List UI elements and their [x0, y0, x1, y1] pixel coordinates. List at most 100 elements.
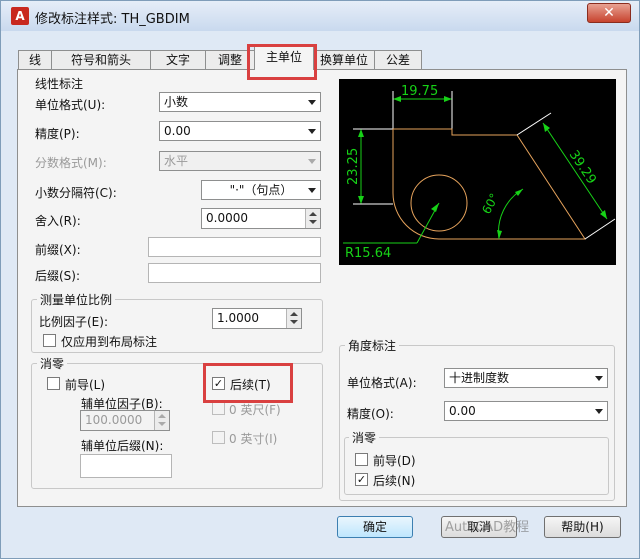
arrow-down-icon — [158, 422, 166, 426]
precision-select[interactable]: 0.00 — [159, 121, 321, 141]
arrow-up-icon — [309, 212, 317, 216]
sub-unit-factor-value: 100.0000 — [85, 413, 143, 427]
sub-unit-suffix-label: 辅单位后缀(N): — [81, 439, 164, 453]
autocad-logo-icon: A — [11, 7, 29, 25]
scale-group-title: 测量单位比例 — [37, 291, 116, 308]
linear-group-title: 线性标注 — [35, 77, 84, 91]
close-button[interactable]: ✕ — [587, 3, 631, 23]
fraction-format-select[interactable]: 水平 — [159, 151, 321, 171]
chevron-down-icon — [595, 376, 603, 381]
angular-precision-select[interactable]: 0.00 — [444, 401, 608, 421]
angular-leading-label: 前导(D) — [373, 454, 416, 468]
preview-drawing: 19.75 23.25 39.29 60° R15.64 — [343, 84, 616, 261]
chevron-down-icon — [308, 188, 316, 193]
spinner-buttons[interactable] — [286, 309, 301, 328]
window-title: 修改标注样式: TH_GBDIM — [35, 12, 190, 27]
angular-unit-format-select[interactable]: 十进制度数 — [444, 368, 608, 388]
zero-feet-label: 0 英尺(F) — [229, 403, 281, 417]
angular-zero-title: 消零 — [349, 429, 380, 446]
chevron-down-icon — [308, 159, 316, 164]
title-bar: A 修改标注样式: TH_GBDIM ✕ — [1, 1, 639, 31]
dim-arc-angle — [498, 188, 524, 240]
scale-factor-spinner[interactable]: 1.0000 — [212, 308, 302, 329]
unit-format-value: 小数 — [164, 95, 189, 109]
angular-trailing-checkbox[interactable]: ✓ — [355, 473, 368, 486]
decimal-separator-label: 小数分隔符(C): — [35, 186, 117, 200]
suffix-label: 后缀(S): — [35, 269, 81, 283]
zero-inches-label: 0 英寸(I) — [229, 432, 278, 446]
chevron-down-icon — [308, 129, 316, 134]
precision-label: 精度(P): — [35, 127, 80, 141]
dim-line-aligned — [542, 122, 608, 220]
prefix-input[interactable] — [148, 237, 321, 257]
angular-unit-format-value: 十进制度数 — [449, 371, 510, 385]
help-button[interactable]: 帮助(H) — [544, 516, 621, 538]
ext-line — [584, 218, 616, 240]
tab-tolerances[interactable]: 公差 — [374, 50, 422, 70]
unit-format-select[interactable]: 小数 — [159, 92, 321, 112]
angular-precision-label: 精度(O): — [347, 407, 394, 421]
unit-format-label: 单位格式(U): — [35, 98, 106, 112]
dim-text-radius: R15.64 — [345, 246, 391, 261]
watermark-text: AutoCAD教程 — [445, 520, 530, 535]
tab-alternate-units[interactable]: 换算单位 — [313, 50, 375, 70]
zero-inches-checkbox[interactable] — [212, 431, 225, 444]
zero-feet-checkbox[interactable] — [212, 402, 225, 415]
round-off-value: 0.0000 — [206, 211, 248, 225]
arrowhead — [358, 196, 364, 204]
suffix-input[interactable] — [148, 263, 321, 283]
spinner-buttons[interactable] — [154, 411, 169, 430]
scale-factor-label: 比例因子(E): — [39, 315, 108, 329]
layout-only-checkbox[interactable] — [43, 334, 56, 347]
tab-symbols-arrows[interactable]: 符号和箭头 — [51, 50, 151, 70]
dim-text-angle: 60° — [479, 191, 501, 216]
tab-text[interactable]: 文字 — [150, 50, 206, 70]
angular-group-title: 角度标注 — [345, 337, 400, 354]
zero-suppression-title: 消零 — [37, 355, 68, 372]
arrowhead — [393, 96, 401, 102]
trailing-zero-checkbox[interactable]: ✓ — [212, 377, 225, 390]
arrowhead — [444, 96, 452, 102]
dimension-preview: 19.75 23.25 39.29 60° R15.64 — [339, 79, 616, 265]
decimal-separator-select[interactable]: "·"（句点） — [201, 180, 321, 200]
ext-line — [516, 112, 552, 136]
trailing-zero-label: 后续(T) — [230, 378, 271, 392]
angular-precision-value: 0.00 — [449, 404, 476, 418]
chevron-down-icon — [595, 409, 603, 414]
angular-leading-checkbox[interactable] — [355, 453, 368, 466]
tab-lines[interactable]: 线 — [18, 50, 52, 70]
spinner-buttons[interactable] — [305, 209, 320, 228]
sub-unit-factor-spinner[interactable]: 100.0000 — [80, 410, 170, 431]
arrowhead — [358, 129, 364, 137]
arrow-up-icon — [158, 414, 166, 418]
round-off-label: 舍入(R): — [35, 214, 81, 228]
sub-unit-suffix-input[interactable] — [80, 454, 172, 478]
arrowhead — [515, 189, 523, 196]
part-outline — [392, 128, 586, 240]
arrow-down-icon — [309, 220, 317, 224]
arrowhead — [431, 203, 439, 212]
angular-unit-format-label: 单位格式(A): — [347, 376, 417, 390]
ok-button[interactable]: 确定 — [337, 516, 413, 538]
arrowhead — [497, 230, 502, 239]
fraction-format-value: 水平 — [164, 154, 189, 168]
chevron-down-icon — [308, 100, 316, 105]
precision-value: 0.00 — [164, 124, 191, 138]
dim-text-top: 19.75 — [401, 84, 438, 99]
layout-only-label: 仅应用到布局标注 — [61, 335, 158, 349]
tab-fit[interactable]: 调整 — [205, 50, 255, 70]
round-off-spinner[interactable]: 0.0000 — [201, 208, 321, 229]
leading-zero-checkbox[interactable] — [47, 377, 60, 390]
dim-text-left: 23.25 — [346, 148, 361, 185]
prefix-label: 前缀(X): — [35, 243, 81, 257]
leading-zero-label: 前导(L) — [65, 378, 106, 392]
arrow-up-icon — [290, 312, 298, 316]
tab-primary-units[interactable]: 主单位 — [254, 45, 314, 70]
arrowhead — [600, 210, 607, 219]
fraction-format-label: 分数格式(M): — [35, 156, 107, 170]
dialog-window: A 修改标注样式: TH_GBDIM ✕ 线 符号和箭头 文字 调整 主单位 换… — [0, 0, 640, 559]
angular-trailing-label: 后续(N) — [373, 474, 416, 488]
arrow-down-icon — [290, 320, 298, 324]
decimal-separator-value: "·"（句点） — [229, 183, 293, 197]
arrowhead — [543, 123, 550, 132]
